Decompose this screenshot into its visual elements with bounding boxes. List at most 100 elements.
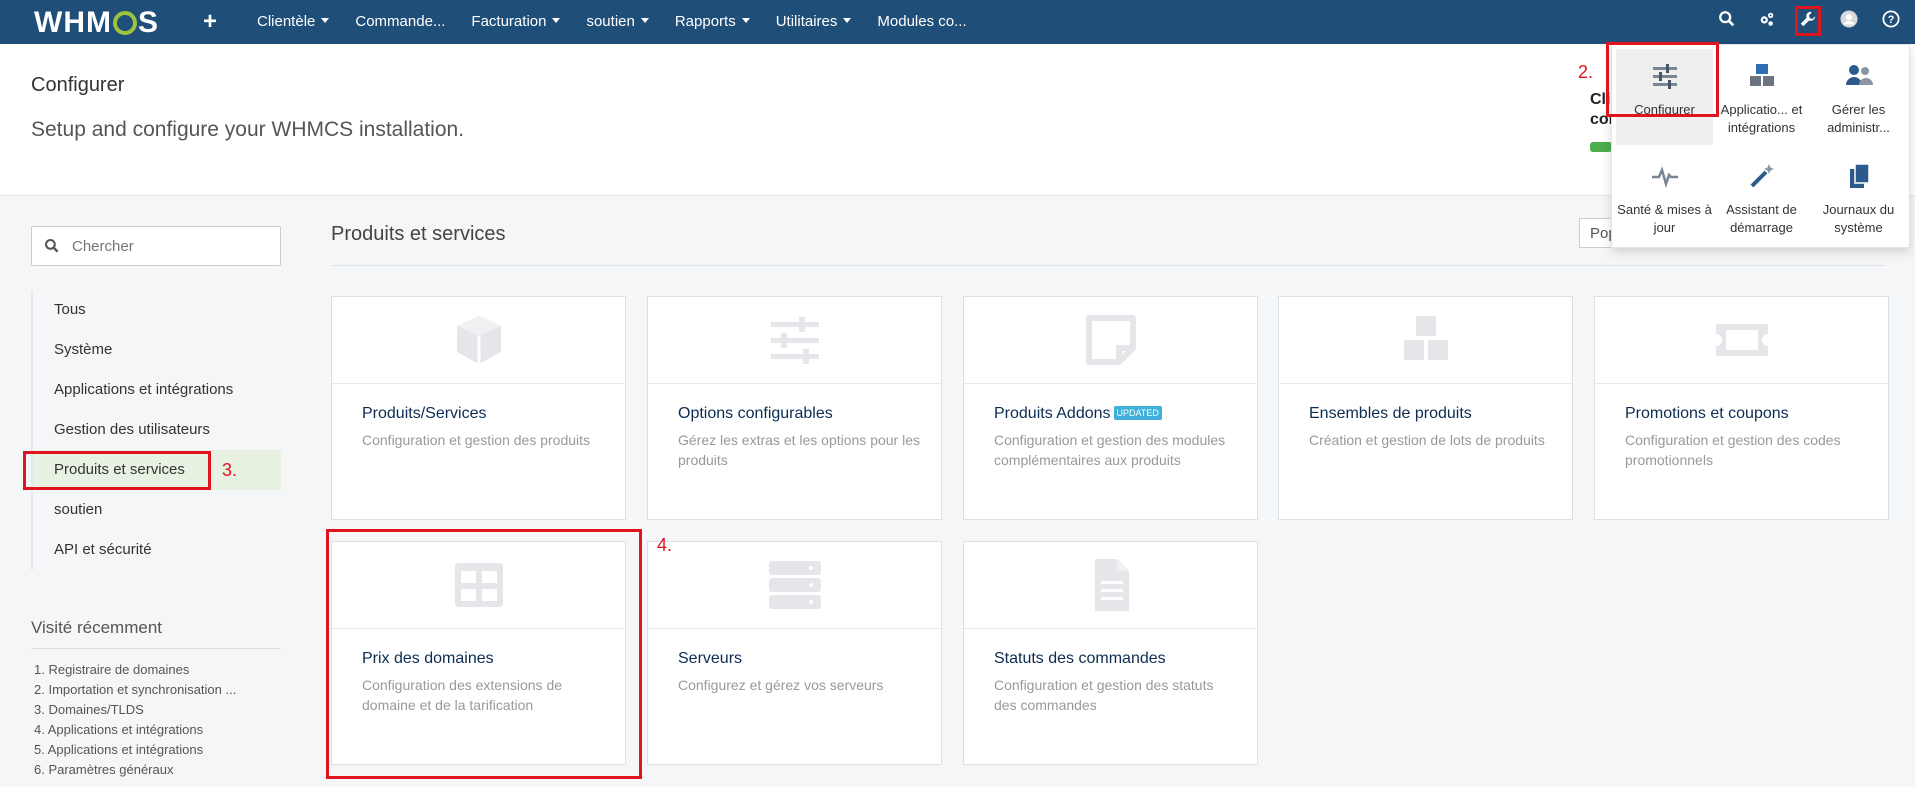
status-bar: [1590, 142, 1612, 152]
card-icon-area: [1279, 297, 1572, 384]
search-box[interactable]: [31, 226, 281, 266]
card-title-text: Produits Addons: [994, 405, 1111, 422]
card-produits-services[interactable]: Produits/Services Configuration et gesti…: [331, 296, 626, 520]
card-desc: Configuration et gestion des codes promo…: [1625, 432, 1841, 468]
card-promotions-coupons[interactable]: Promotions et coupons Configuration et g…: [1594, 296, 1889, 520]
card-icon-area: [332, 297, 625, 384]
card-title: Promotions et coupons: [1625, 405, 1789, 422]
card-desc: Gérez les extras et les options pour les…: [678, 432, 921, 468]
nav-label: Rapports: [674, 13, 736, 30]
file-icon: [1094, 559, 1129, 611]
top-navbar: WHM S + Clientèle Commande... Facturation…: [0, 0, 1915, 44]
page-subtitle: Setup and configure your WHMCS installat…: [31, 118, 465, 141]
updated-badge: UPDATED: [1113, 406, 1162, 420]
card-icon-area: [964, 297, 1257, 384]
nav-soutien[interactable]: soutien: [573, 0, 661, 44]
page-title: Configurer: [31, 74, 125, 96]
recent-item[interactable]: 1. Registraire de domaines: [34, 660, 236, 680]
nav-label: Utilitaires: [775, 13, 838, 30]
server-icon: [768, 561, 821, 609]
card-statuts-commandes[interactable]: Statuts des commandes Configuration et g…: [963, 541, 1258, 765]
sidebar-item-systeme[interactable]: Système: [33, 330, 281, 370]
nav-commandes[interactable]: Commande...: [342, 0, 458, 44]
svg-text:?: ?: [1888, 14, 1895, 26]
card-highlight-box: [326, 529, 642, 779]
recent-item[interactable]: 2. Importation et synchronisation ...: [34, 680, 236, 700]
magic-wand-icon: [1750, 164, 1774, 188]
menu-item-label: Gérer les administr...: [1827, 102, 1890, 135]
card-serveurs[interactable]: Serveurs Configurez et gérez vos serveur…: [647, 541, 942, 765]
whmcs-logo[interactable]: WHM S: [34, 6, 159, 40]
search-icon[interactable]: [1716, 10, 1738, 32]
wrench-icon[interactable]: [1797, 10, 1819, 32]
caret-down-icon: [843, 18, 852, 23]
recent-item[interactable]: 6. Paramètres généraux: [34, 760, 236, 780]
menu-item-applications[interactable]: Applicatio... et intégrations: [1713, 49, 1810, 145]
recent-item[interactable]: 4. Applications et intégrations: [34, 720, 236, 740]
card-title: Produits Addons UPDATED: [994, 405, 1162, 423]
card-desc: Configurez et gérez vos serveurs: [678, 677, 884, 693]
card-icon-area: [964, 542, 1257, 629]
sidebar-highlight-box: [23, 451, 211, 490]
card-title: Ensembles de produits: [1309, 405, 1472, 422]
note-icon: [1085, 315, 1136, 365]
nav-rapports[interactable]: Rapports: [662, 0, 763, 44]
caret-down-icon: [640, 18, 649, 23]
logo-text-left: WHM: [34, 6, 112, 39]
add-new-button[interactable]: +: [203, 8, 217, 36]
annotation-step-4: 4.: [657, 535, 673, 555]
recent-item[interactable]: 5. Applications et intégrations: [34, 740, 236, 760]
sliders-icon: [770, 317, 819, 364]
card-title: Serveurs: [678, 650, 743, 667]
avatar[interactable]: [1838, 10, 1860, 32]
recent-title: Visité récemment: [31, 618, 163, 637]
divider: [331, 265, 1886, 266]
users-icon: [1846, 65, 1873, 85]
menu-item-assistant[interactable]: Assistant de démarrage: [1713, 149, 1810, 245]
menu-item-journaux[interactable]: Journaux du système: [1810, 149, 1907, 245]
menu-item-label: Santé & mises à jour: [1617, 202, 1712, 235]
divider: [31, 648, 281, 649]
main-nav: Clientèle Commande... Facturation soutie…: [244, 0, 980, 44]
recent-list: 1. Registraire de domaines 2. Importatio…: [34, 660, 236, 780]
sidebar-item-applications[interactable]: Applications et intégrations: [33, 370, 281, 410]
sidebar-item-soutien[interactable]: soutien: [33, 490, 281, 530]
box-icon: [456, 316, 501, 364]
menu-item-label: Applicatio... et intégrations: [1720, 102, 1803, 135]
menu-item-administrateurs[interactable]: Gérer les administr...: [1810, 49, 1907, 145]
menu-item-label: Assistant de démarrage: [1726, 202, 1797, 235]
sidebar-item-tous[interactable]: Tous: [33, 290, 281, 330]
card-title: Options configurables: [678, 405, 833, 422]
card-ensembles-produits[interactable]: Ensembles de produits Création et gestio…: [1278, 296, 1573, 520]
card-desc: Création et gestion de lots de produits: [1309, 432, 1545, 448]
card-icon-area: [648, 297, 941, 384]
nav-facturation[interactable]: Facturation: [458, 0, 573, 44]
card-title: Produits/Services: [362, 405, 487, 422]
search-input[interactable]: [72, 235, 272, 257]
cubes-icon: [1403, 316, 1448, 360]
card-produits-addons[interactable]: Produits Addons UPDATED Configuration et …: [963, 296, 1258, 520]
nav-label: Clientèle: [257, 13, 316, 30]
nav-modules[interactable]: Modules co...: [864, 0, 979, 44]
card-title: Statuts des commandes: [994, 650, 1166, 667]
recent-item[interactable]: 3. Domaines/TLDS: [34, 700, 236, 720]
cogs-icon[interactable]: [1756, 10, 1778, 32]
search-icon: [45, 239, 59, 253]
caret-down-icon: [321, 18, 330, 23]
caret-down-icon: [552, 18, 561, 23]
nav-label: Modules co...: [877, 13, 967, 30]
sidebar-item-api[interactable]: API et sécurité: [33, 530, 281, 570]
heartbeat-icon: [1652, 166, 1678, 189]
menu-item-label: Journaux du système: [1822, 202, 1895, 235]
card-icon-area: [648, 542, 941, 629]
card-options-configurables[interactable]: Options configurables Gérez les extras e…: [647, 296, 942, 520]
nav-utilitaires[interactable]: Utilitaires: [763, 0, 865, 44]
logo-o-icon: [112, 11, 137, 35]
help-icon[interactable]: ?: [1880, 10, 1902, 32]
category-nav: Tous Système Applications et intégration…: [31, 290, 281, 570]
sidebar-item-utilisateurs[interactable]: Gestion des utilisateurs: [33, 410, 281, 450]
nav-clientele[interactable]: Clientèle: [244, 0, 342, 44]
card-desc: Configuration et gestion des modules com…: [994, 432, 1226, 468]
card-desc: Configuration et gestion des produits: [362, 432, 591, 448]
menu-item-sante[interactable]: Santé & mises à jour: [1616, 149, 1713, 245]
